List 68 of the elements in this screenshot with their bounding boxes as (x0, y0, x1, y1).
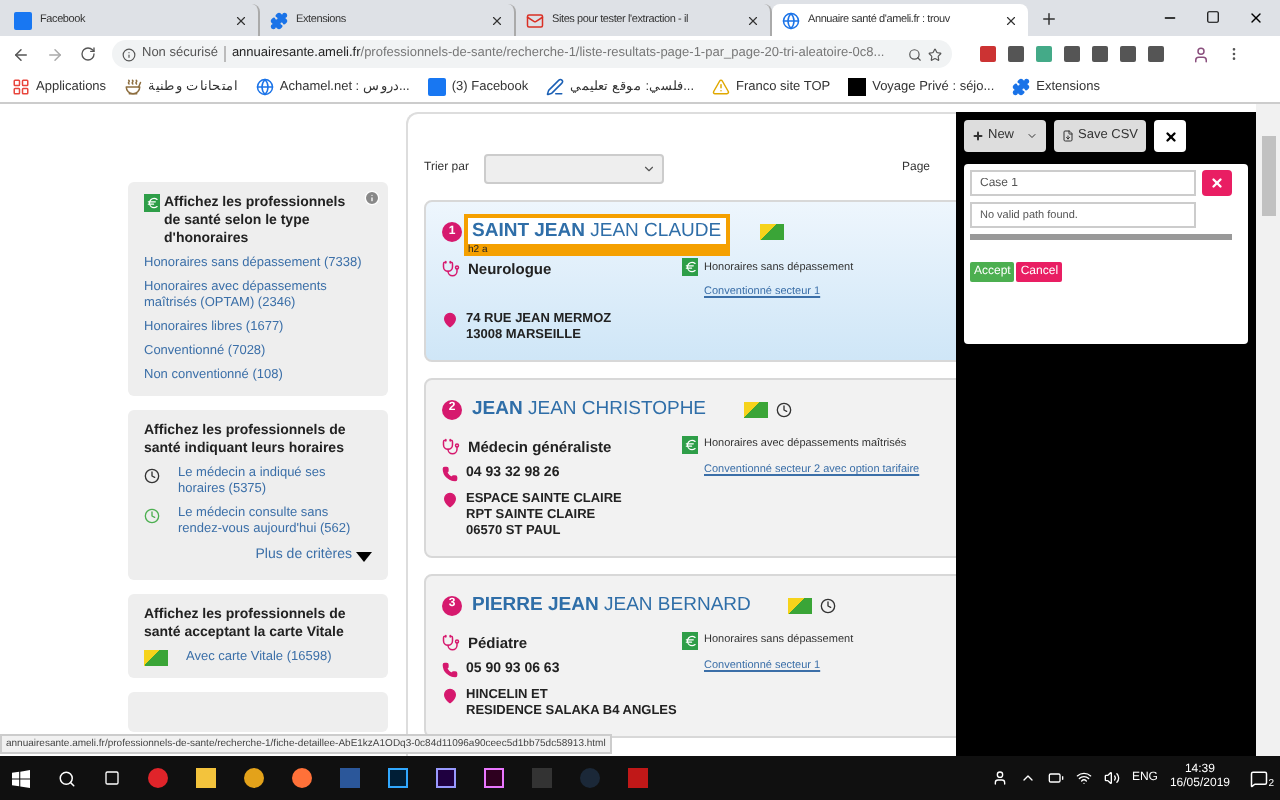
doctor-name-link[interactable]: SAINT JEAN JEAN CLAUDE (468, 218, 726, 247)
delete-button[interactable] (1202, 170, 1232, 196)
facebook-icon (427, 78, 446, 96)
euro-icon (144, 194, 160, 212)
new-tab-icon[interactable] (1040, 10, 1058, 28)
battery-icon (1047, 770, 1064, 786)
plus-icon (972, 130, 984, 142)
puzzle-icon (1012, 78, 1031, 96)
facebook-icon (14, 11, 32, 29)
euro-icon (682, 631, 698, 650)
volume-icon[interactable] (1103, 770, 1120, 786)
app-icon[interactable] (292, 768, 312, 788)
euro-icon (682, 435, 698, 454)
file-icon (1062, 130, 1075, 142)
map-pin-icon (442, 491, 458, 507)
stethoscope-icon (442, 633, 460, 652)
caret-icon (1026, 130, 1039, 142)
pen-icon (546, 78, 565, 96)
reload-icon[interactable] (80, 46, 96, 62)
close-icon[interactable] (746, 13, 760, 27)
close-icon[interactable] (1004, 13, 1018, 27)
doctor-name-link[interactable]: JEAN JEAN CHRISTOPHE (468, 395, 711, 424)
logo-icon (848, 78, 867, 96)
phone-icon (442, 466, 458, 483)
euro-icon (682, 258, 698, 277)
avatar-icon[interactable] (1192, 45, 1210, 63)
stethoscope-icon (442, 437, 460, 456)
horizontal-scrollbar[interactable] (970, 234, 1232, 240)
app-icon[interactable] (436, 768, 456, 788)
app-icon[interactable] (244, 768, 264, 788)
grid-icon (12, 78, 30, 96)
restore-icon[interactable] (1206, 10, 1220, 24)
info-icon (364, 190, 380, 206)
back-icon[interactable] (12, 45, 30, 63)
map-pin-icon (442, 311, 458, 327)
vitale-card-icon (759, 224, 784, 241)
globe-icon (782, 11, 800, 29)
map-pin-icon (442, 687, 458, 703)
wifi-icon (1075, 770, 1092, 786)
close-icon[interactable] (490, 13, 504, 27)
stethoscope-icon (442, 260, 460, 279)
chevron-up-icon[interactable] (1019, 770, 1036, 786)
warning-icon (712, 78, 730, 96)
app-icon[interactable] (484, 768, 504, 788)
people-icon[interactable] (991, 770, 1008, 786)
vitale-card-icon (788, 597, 813, 614)
phone-icon (442, 662, 458, 679)
windows-icon[interactable] (12, 769, 30, 787)
close-icon[interactable] (234, 13, 248, 27)
caret-icon (356, 551, 372, 562)
close-icon[interactable] (1248, 10, 1264, 26)
scrollbar[interactable] (1256, 104, 1280, 756)
task-view-icon[interactable] (104, 770, 120, 786)
close-icon (1163, 129, 1178, 143)
info-icon (122, 47, 136, 61)
close-button[interactable] (1154, 120, 1187, 152)
puzzle-icon (270, 11, 288, 29)
doctor-name-link[interactable]: PIERRE JEAN JEAN BERNARD (468, 591, 755, 620)
mail-icon (526, 11, 544, 29)
close-icon (1210, 176, 1224, 190)
vitale-card-icon (144, 649, 168, 665)
app-icon[interactable] (388, 768, 408, 788)
star-icon[interactable] (928, 47, 942, 61)
app-icon[interactable] (148, 768, 168, 788)
bowl-icon (124, 78, 143, 96)
vitale-card-icon (744, 401, 769, 418)
globe-icon (255, 78, 274, 96)
chevron-down-icon (642, 162, 657, 176)
